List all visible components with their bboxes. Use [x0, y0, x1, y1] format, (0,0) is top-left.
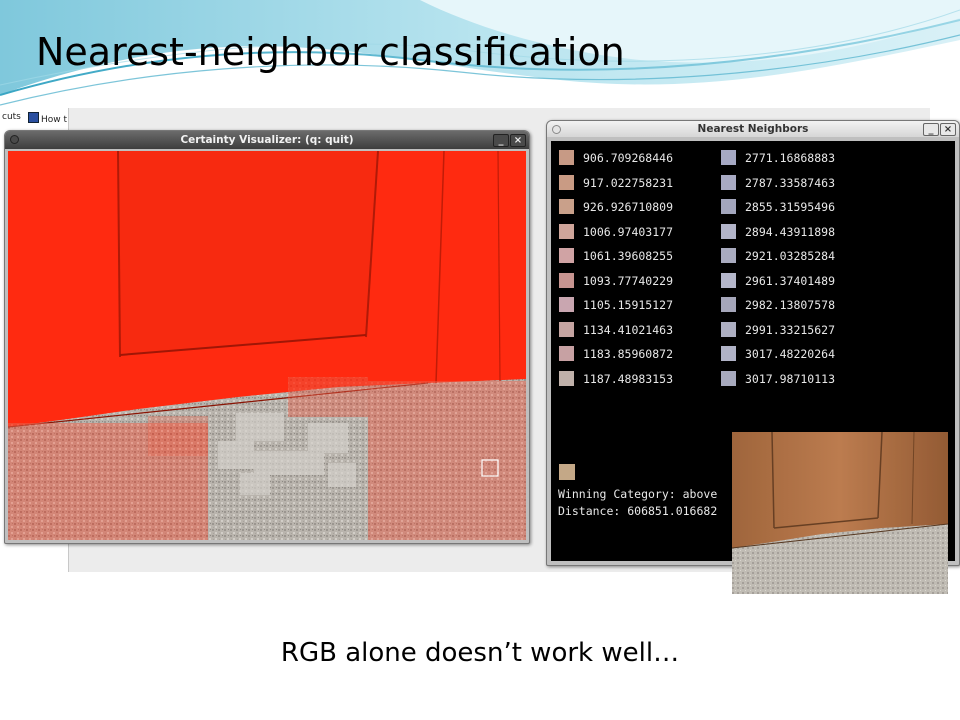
- neighbor-distance: 917.022758231: [583, 175, 674, 190]
- neighbor-row: 3017.98710113: [721, 370, 836, 387]
- certainty-visualizer-window: Certainty Visualizer: (q: quit) _ ×: [4, 130, 530, 544]
- neighbor-row: 3017.48220264: [721, 346, 835, 362]
- neighbor-distance: 2991.33215627: [745, 322, 836, 337]
- neighbor-distance: 2961.37401489: [745, 273, 836, 288]
- neighbor-swatch: [721, 297, 736, 312]
- neighbor-swatch: [721, 346, 736, 361]
- nearest-neighbors-titlebar[interactable]: Nearest Neighbors _ ×: [547, 121, 959, 137]
- certainty-visualizer-title: Certainty Visualizer: (q: quit): [180, 134, 354, 146]
- neighbor-swatch: [721, 272, 736, 288]
- neighbor-distance: 2982.13807578: [745, 298, 836, 312]
- neighbor-swatch: [721, 150, 736, 165]
- neighbor-row: 2961.37401489: [721, 272, 836, 289]
- neighbor-swatch: [721, 321, 736, 337]
- neighbor-distance: 2787.33587463: [745, 175, 836, 190]
- neighbor-row: 926.926710809: [559, 199, 673, 215]
- winning-distance-label: Distance: 606851.016682: [558, 504, 718, 518]
- neighbor-distance: 2855.31595496: [745, 200, 836, 214]
- neighbor-row: 1105.15915127: [559, 297, 673, 313]
- neighbor-row: 1183.85960872: [559, 346, 673, 362]
- neighbor-distance: 1134.41021463: [583, 322, 674, 337]
- neighbor-swatch: [559, 223, 574, 239]
- neighbor-row: 2771.16868883: [721, 150, 835, 166]
- neighbor-row: 1093.77740229: [559, 272, 674, 289]
- certainty-overlay-image: [8, 151, 526, 540]
- neighbor-swatch: [559, 321, 574, 337]
- neighbor-row: 1061.39608255: [559, 248, 673, 264]
- neighbor-swatch: [559, 248, 574, 263]
- neighbor-distance: 926.926710809: [583, 200, 674, 214]
- neighbor-swatch: [559, 272, 574, 288]
- neighbor-distance: 1093.77740229: [583, 273, 674, 288]
- neighbor-row: 2991.33215627: [721, 321, 836, 338]
- winning-category-label: Winning Category: above: [558, 487, 718, 501]
- neighbor-distance: 1187.48983153: [583, 371, 674, 386]
- neighbor-swatch: [559, 370, 574, 386]
- neighbor-distance: 2921.03285284: [745, 249, 836, 263]
- neighbor-distance: 1183.85960872: [583, 347, 674, 361]
- neighbor-swatch: [721, 174, 736, 190]
- neighbor-row: 906.709268446: [559, 150, 673, 166]
- neighbor-swatch: [721, 199, 736, 214]
- close-button[interactable]: ×: [940, 123, 956, 136]
- neighbor-row: 2921.03285284: [721, 248, 835, 264]
- neighbor-swatch: [559, 297, 574, 312]
- minimize-button[interactable]: _: [493, 134, 509, 147]
- nearest-neighbors-title: Nearest Neighbors: [697, 123, 809, 135]
- slide-caption: RGB alone doesn’t work well…: [280, 638, 680, 668]
- neighbor-distance: 3017.48220264: [745, 347, 836, 361]
- neighbor-row: 917.022758231: [559, 174, 674, 191]
- neighbor-row: 1134.41021463: [559, 321, 674, 338]
- winning-sample-swatch: [559, 464, 575, 480]
- neighbor-swatch: [721, 248, 736, 263]
- neighbor-row: 2894.43911898: [721, 223, 836, 240]
- neighbor-distance: 2771.16868883: [745, 151, 836, 165]
- neighbor-swatch: [559, 346, 574, 361]
- tab-fragment-how-label: How t: [41, 115, 68, 125]
- neighbor-row: 1006.97403177: [559, 223, 674, 240]
- certainty-visualizer-titlebar[interactable]: Certainty Visualizer: (q: quit) _ ×: [5, 131, 529, 149]
- neighbor-swatch: [559, 199, 574, 214]
- window-menu-icon[interactable]: [10, 135, 19, 144]
- neighbor-distance: 2894.43911898: [745, 224, 836, 239]
- neighbor-swatch: [721, 370, 736, 386]
- neighbor-row: 2787.33587463: [721, 174, 836, 191]
- neighbor-distance: 1105.15915127: [583, 298, 674, 312]
- neighbor-swatch: [721, 223, 736, 239]
- close-button[interactable]: ×: [510, 134, 526, 147]
- neighbor-distance: 1006.97403177: [583, 224, 674, 239]
- neighbor-swatch: [559, 174, 574, 190]
- window-menu-icon[interactable]: [552, 125, 561, 134]
- document-icon: [28, 112, 39, 123]
- tab-fragment-how[interactable]: How t: [28, 112, 67, 125]
- neighbor-row: 1187.48983153: [559, 370, 674, 387]
- tab-fragment-cuts[interactable]: cuts: [2, 112, 21, 122]
- reference-photo: [732, 432, 948, 594]
- neighbor-distance: 906.709268446: [583, 151, 674, 165]
- neighbor-distance: 3017.98710113: [745, 371, 836, 386]
- neighbor-row: 2855.31595496: [721, 199, 835, 215]
- slide-title: Nearest-neighbor classification: [36, 30, 625, 74]
- neighbor-row: 2982.13807578: [721, 297, 835, 313]
- neighbor-swatch: [559, 150, 574, 165]
- neighbor-distance: 1061.39608255: [583, 249, 674, 263]
- minimize-button[interactable]: _: [923, 123, 939, 136]
